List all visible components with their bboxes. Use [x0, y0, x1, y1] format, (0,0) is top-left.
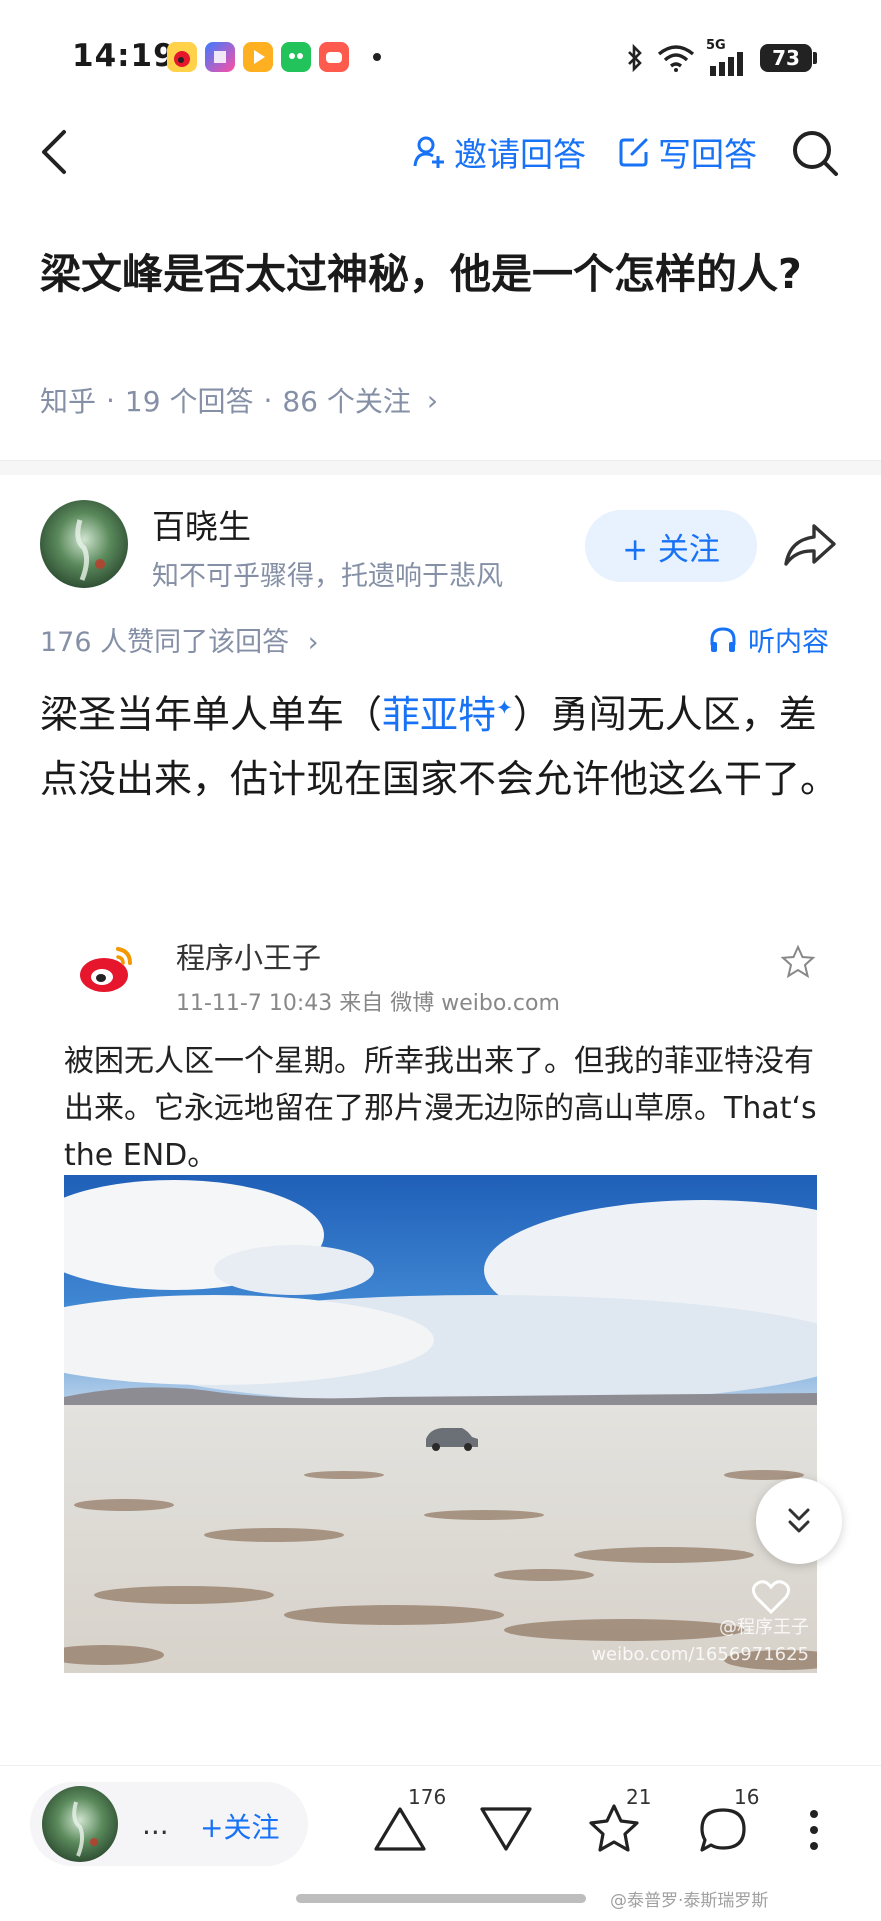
comment-button[interactable] [696, 1804, 750, 1860]
follower-count: 86 个关注 [282, 385, 411, 418]
weibo-app-icon [167, 42, 197, 72]
upvote-triangle-icon [374, 1807, 426, 1851]
comment-count: 16 [734, 1785, 760, 1809]
weibo-logo-icon [80, 947, 132, 992]
chevron-right-icon: › [307, 627, 319, 658]
search-icon [793, 131, 838, 176]
bluetooth-icon [626, 43, 644, 76]
answer-body: 梁圣当年单人单车（菲亚特✦）勇闯无人区，差点没出来，估计现在国家不会允许他这么干… [40, 675, 840, 811]
weibo-meta: 11-11-7 10:43 来自 微博 weibo.com [176, 991, 560, 1016]
section-divider [0, 460, 881, 475]
listen-button[interactable]: 听内容 [708, 620, 829, 659]
search-button[interactable] [790, 128, 840, 182]
chevron-right-icon: › [426, 383, 439, 417]
edit-icon [619, 138, 648, 167]
face-app-icon [281, 42, 311, 72]
follow-button[interactable]: + 关注 [585, 510, 757, 582]
more-vertical-icon [810, 1810, 818, 1850]
votes-summary[interactable]: 176 人赞同了该回答 › [40, 620, 319, 659]
more-notifications-icon [373, 53, 381, 61]
image-watermark: @泰普罗·泰斯瑞罗斯 [610, 1891, 769, 1911]
heart-outline-icon [751, 1579, 791, 1619]
status-bar: 14:19 5G 73 [0, 0, 881, 110]
status-time: 14:19 [72, 38, 176, 74]
comment-bubble-icon [700, 1808, 746, 1852]
answer-text-part: 梁圣当年单人单车（ [40, 692, 383, 737]
weibo-user-name: 程序小王子 [176, 941, 322, 975]
back-button[interactable] [32, 128, 80, 176]
write-answer-label: 写回答 [658, 135, 757, 174]
author-signature: 知不可乎骤得，托遗响于悲风 [152, 561, 503, 592]
downvote-button[interactable] [478, 1805, 534, 1857]
photo-watermark-url: weibo.com/1656971625 [591, 1644, 809, 1665]
puzzle-app-icon [205, 42, 235, 72]
weibo-photo[interactable]: @程序王子 weibo.com/1656971625 [64, 1175, 817, 1673]
question-meta[interactable]: 知乎 · 19 个回答 · 86 个关注 › [40, 380, 438, 420]
answer-count: 19 个回答 [124, 385, 254, 418]
votes-text: 176 人赞同了该回答 [40, 627, 290, 658]
battery-indicator: 73 [760, 44, 812, 72]
bottom-follow-button[interactable]: +关注 [200, 1806, 279, 1846]
star-icon [589, 1804, 639, 1852]
favorite-button[interactable] [586, 1802, 642, 1860]
invite-answer-label: 邀请回答 [454, 135, 586, 174]
signal-icon [708, 52, 748, 80]
invite-answer-button[interactable]: 邀请回答 [412, 130, 586, 174]
network-type: 5G [706, 38, 726, 53]
listen-label: 听内容 [748, 627, 829, 658]
author-avatar[interactable] [40, 500, 128, 588]
share-button[interactable] [782, 520, 838, 574]
fiat-link[interactable]: 菲亚特✦ [382, 693, 513, 737]
add-person-icon [413, 136, 444, 168]
meta-separator: · [106, 383, 115, 417]
bottom-author-avatar[interactable] [42, 1786, 118, 1862]
upvote-count: 176 [408, 1785, 447, 1809]
downvote-triangle-icon [480, 1807, 532, 1851]
question-title[interactable]: 梁文峰是否太过神秘，他是一个怎样的人? [40, 240, 840, 308]
headphones-icon [710, 626, 736, 652]
write-answer-button[interactable]: 写回答 [618, 130, 757, 174]
weibo-avatar [72, 935, 140, 1003]
scroll-down-button[interactable] [756, 1478, 842, 1564]
video-app-icon [243, 42, 273, 72]
upvote-button[interactable] [372, 1805, 428, 1857]
home-indicator[interactable] [296, 1894, 586, 1903]
chevron-left-icon [42, 130, 66, 174]
fiat-link-text: 菲亚特 [382, 692, 497, 737]
game-app-icon [319, 42, 349, 72]
favorite-count: 21 [626, 1785, 652, 1809]
wifi-icon [656, 44, 696, 76]
share-icon [784, 524, 836, 566]
meta-separator: · [263, 383, 273, 417]
question-source: 知乎 [40, 385, 97, 418]
author-name[interactable]: 百晓生 [152, 500, 251, 548]
double-chevron-down-icon [788, 1508, 810, 1533]
weibo-text: 被困无人区一个星期。所幸我出来了。但我的菲亚特没有出来。它永远地留在了那片漫无边… [64, 1044, 817, 1173]
more-button[interactable] [806, 1806, 822, 1858]
star-outline-icon [780, 944, 816, 980]
link-sparkle-icon: ✦ [496, 695, 513, 719]
author-name-truncated: ... [142, 1808, 169, 1841]
battery-tip-icon [813, 52, 817, 64]
